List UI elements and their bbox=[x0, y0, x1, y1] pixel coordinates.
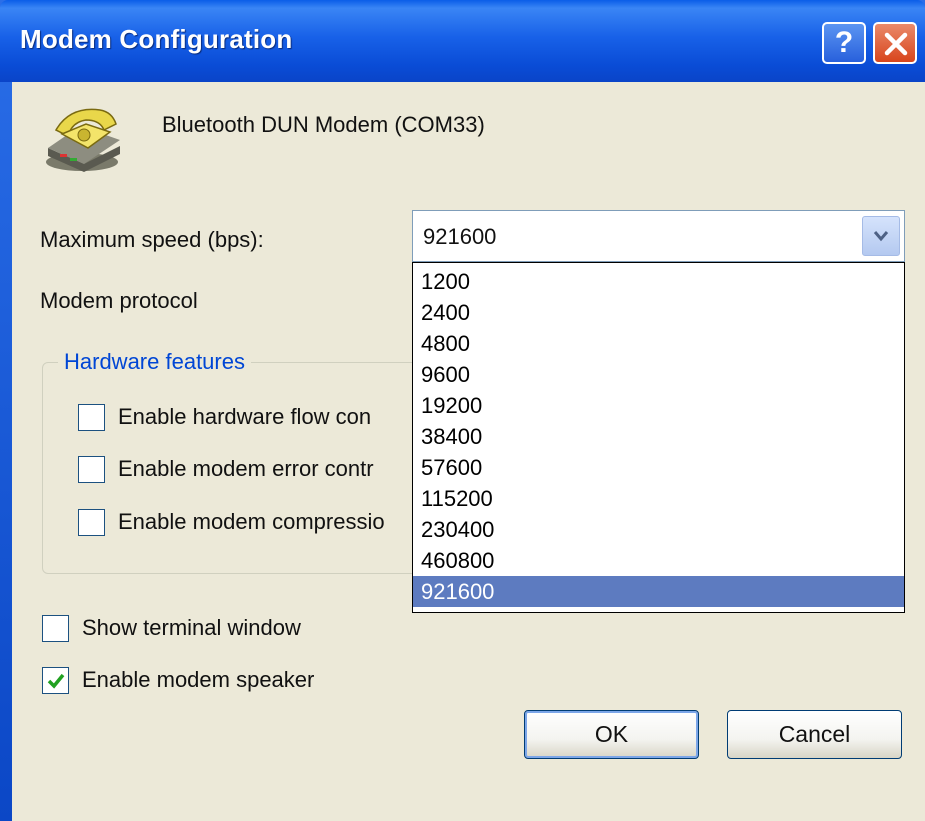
dropdown-button[interactable] bbox=[862, 216, 900, 256]
title-bar[interactable]: Modem Configuration ? bbox=[0, 0, 925, 82]
speed-option[interactable]: 4800 bbox=[413, 328, 904, 359]
speed-dropdown-list[interactable]: 1200 2400 4800 9600 19200 38400 57600 115200 230… bbox=[412, 262, 905, 613]
speed-option[interactable]: 921600 bbox=[413, 576, 904, 607]
compression-checkbox[interactable] bbox=[78, 509, 105, 536]
error-control-label: Enable modem error contr bbox=[118, 456, 374, 481]
error-control-checkbox[interactable] bbox=[78, 456, 105, 483]
flow-control-checkbox[interactable] bbox=[78, 404, 105, 431]
cancel-button[interactable]: Cancel bbox=[727, 710, 902, 759]
close-button[interactable] bbox=[873, 22, 917, 64]
telephone-modem-icon bbox=[46, 108, 120, 172]
max-speed-label: Maximum speed (bps): bbox=[40, 227, 264, 252]
dialog-client-area: Bluetooth DUN Modem (COM33) Maximum spee… bbox=[12, 82, 925, 821]
flow-control-label: Enable hardware flow con bbox=[118, 404, 372, 429]
max-speed-value: 921600 bbox=[423, 224, 497, 249]
speed-option[interactable]: 115200 bbox=[413, 483, 904, 514]
compression-label: Enable modem compressio bbox=[118, 509, 385, 534]
speed-option[interactable]: 38400 bbox=[413, 421, 904, 452]
speed-option[interactable]: 230400 bbox=[413, 514, 904, 545]
window-title: Modem Configuration bbox=[20, 24, 293, 54]
speed-option[interactable]: 57600 bbox=[413, 452, 904, 483]
modem-speaker-label: Enable modem speaker bbox=[82, 667, 315, 692]
chevron-down-icon bbox=[873, 231, 889, 242]
speed-option[interactable]: 2400 bbox=[413, 297, 904, 328]
ok-button[interactable]: OK bbox=[524, 710, 699, 759]
show-terminal-label: Show terminal window bbox=[82, 615, 301, 640]
help-button[interactable]: ? bbox=[822, 22, 866, 64]
help-icon: ? bbox=[834, 26, 854, 59]
modem-protocol-label: Modem protocol bbox=[40, 288, 198, 313]
max-speed-select[interactable]: 921600 bbox=[412, 210, 905, 262]
speed-option[interactable]: 19200 bbox=[413, 390, 904, 421]
speed-option[interactable]: 9600 bbox=[413, 359, 904, 390]
dialog-window: Modem Configuration ? Bluetooth DUN Mode… bbox=[0, 0, 925, 821]
show-terminal-checkbox[interactable] bbox=[42, 615, 69, 642]
speed-option[interactable]: 1200 bbox=[413, 266, 904, 297]
speed-option[interactable]: 460800 bbox=[413, 545, 904, 576]
close-icon bbox=[884, 32, 908, 56]
checkmark-icon bbox=[47, 673, 65, 689]
modem-speaker-checkbox[interactable] bbox=[42, 667, 69, 694]
hardware-features-legend: Hardware features bbox=[58, 349, 251, 375]
device-name: Bluetooth DUN Modem (COM33) bbox=[162, 112, 485, 137]
